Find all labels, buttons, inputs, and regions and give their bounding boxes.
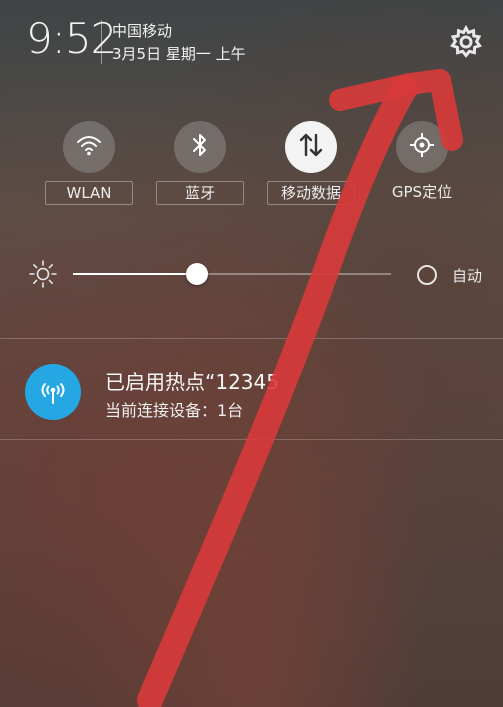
clock-time: 9:52 [26,14,117,63]
date-text: 3月5日 星期一 上午 [112,45,246,63]
gear-icon[interactable] [448,24,484,60]
auto-brightness-label: 自动 [452,267,483,285]
bluetooth-label: 蓝牙 [156,181,244,205]
notification-title: 已启用热点“12345 [105,370,279,394]
location-icon [408,131,436,163]
brightness-slider-fill [73,273,198,275]
brightness-slider-track[interactable] [73,273,391,275]
brightness-icon [28,259,58,289]
brightness-slider-thumb[interactable] [186,263,209,285]
notification-subtitle: 当前连接设备：1台 [105,401,244,420]
data-arrows-icon [298,131,324,163]
wlan-toggle[interactable] [63,121,115,173]
wlan-label: WLAN [45,181,133,205]
bluetooth-toggle[interactable] [174,121,226,173]
gps-toggle[interactable] [396,121,448,173]
header-divider [101,20,102,64]
mobile-data-toggle[interactable] [285,121,337,173]
divider [0,439,503,440]
carrier-name: 中国移动 [112,22,173,40]
wifi-icon [75,133,103,161]
gps-label: GPS定位 [391,183,453,201]
status-header: 9:52 中国移动 3月5日 星期一 上午 [0,0,503,72]
mobile-data-label: 移动数据 [267,181,355,205]
hotspot-icon [25,364,81,420]
auto-brightness-radio[interactable] [417,265,437,285]
bluetooth-icon [190,131,210,163]
hotspot-notification[interactable]: 已启用热点“12345 当前连接设备：1台 [0,339,503,439]
